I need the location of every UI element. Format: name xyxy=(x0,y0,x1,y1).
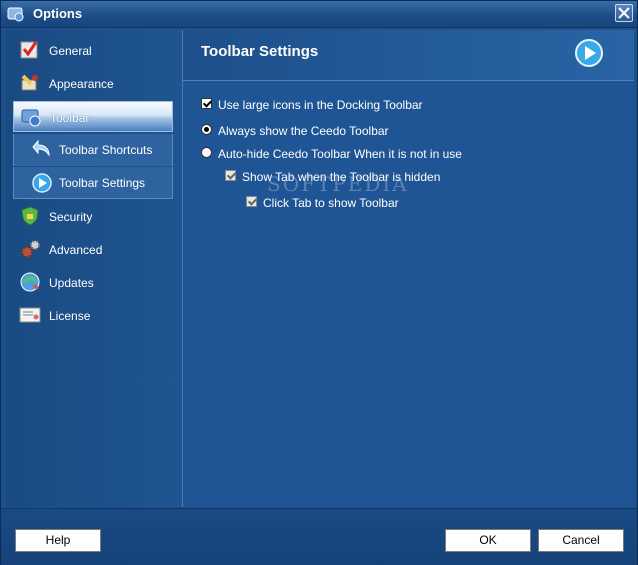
content-header: Toolbar Settings xyxy=(183,30,634,81)
show-tab-checkbox[interactable] xyxy=(225,170,236,181)
large-icons-checkbox[interactable] xyxy=(201,98,212,109)
close-icon xyxy=(618,7,630,19)
sidebar: General Appearance Toolbar Toolbar Short… xyxy=(6,30,183,507)
sidebar-item-security[interactable]: Security xyxy=(13,201,173,232)
content-panel: Toolbar Settings Use large icons in the … xyxy=(183,30,634,507)
footer-bar: Help OK Cancel xyxy=(1,508,637,565)
title-bar[interactable]: Options xyxy=(1,1,637,28)
option-label: Click Tab to show Toolbar xyxy=(263,196,399,210)
cancel-button[interactable]: Cancel xyxy=(538,529,624,552)
security-icon xyxy=(21,206,39,226)
window-title: Options xyxy=(33,6,83,21)
sidebar-item-toolbar[interactable]: Toolbar xyxy=(13,101,173,132)
general-icon xyxy=(20,41,38,59)
sidebar-item-license[interactable]: License xyxy=(13,300,173,331)
help-button[interactable]: Help xyxy=(15,529,101,552)
updates-icon xyxy=(20,272,40,292)
license-icon xyxy=(19,307,41,323)
close-button[interactable] xyxy=(615,4,633,22)
option-label: Always show the Ceedo Toolbar xyxy=(218,124,389,138)
play-icon xyxy=(575,39,603,67)
toolbar-settings-icon xyxy=(32,173,52,193)
always-show-radio[interactable] xyxy=(201,124,212,135)
sidebar-item-general[interactable]: General xyxy=(13,35,173,66)
watermark: SOFTPEDIA xyxy=(267,172,409,196)
sidebar-subitem-label: Toolbar Settings xyxy=(59,176,146,190)
page-title: Toolbar Settings xyxy=(201,43,319,60)
sidebar-item-label: Updates xyxy=(49,276,94,290)
toolbar-icon xyxy=(21,109,41,127)
sidebar-item-updates[interactable]: Updates xyxy=(13,267,173,298)
options-window: Options General Appearance Toolbar Toolb… xyxy=(0,0,638,565)
click-tab-checkbox[interactable] xyxy=(246,196,257,207)
sidebar-item-label: Appearance xyxy=(49,77,114,91)
sidebar-subitem-toolbar-settings[interactable]: Toolbar Settings xyxy=(13,167,173,199)
sidebar-item-appearance[interactable]: Appearance xyxy=(13,68,173,99)
toolbar-shortcuts-icon xyxy=(32,139,50,157)
app-icon xyxy=(7,7,24,22)
sidebar-item-label: Toolbar xyxy=(50,111,90,125)
ok-button[interactable]: OK xyxy=(445,529,531,552)
appearance-icon xyxy=(21,74,38,91)
auto-hide-radio[interactable] xyxy=(201,147,212,158)
option-label: Use large icons in the Docking Toolbar xyxy=(218,98,423,112)
option-label: Auto-hide Ceedo Toolbar When it is not i… xyxy=(218,147,462,161)
sidebar-subitem-label: Toolbar Shortcuts xyxy=(59,143,153,157)
sidebar-item-label: License xyxy=(49,309,91,323)
sidebar-item-label: Security xyxy=(49,210,93,224)
sidebar-subitem-toolbar-shortcuts[interactable]: Toolbar Shortcuts xyxy=(13,134,173,166)
sidebar-item-label: Advanced xyxy=(49,243,103,257)
sidebar-item-advanced[interactable]: Advanced xyxy=(13,234,173,265)
advanced-icon xyxy=(21,240,40,258)
sidebar-item-label: General xyxy=(49,44,92,58)
